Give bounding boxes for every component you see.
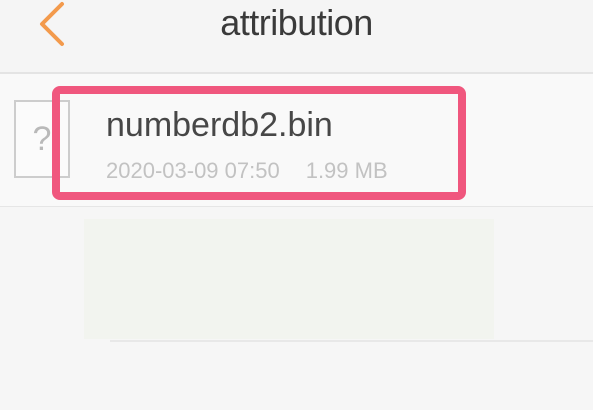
- file-date: 2020-03-09 07:50: [106, 158, 280, 183]
- file-list-item[interactable]: ? numberdb2.bin 2020-03-09 07:50 1.99 MB: [0, 74, 593, 207]
- empty-panel: [84, 219, 494, 339]
- unknown-file-icon: ?: [14, 100, 70, 178]
- file-browser-screen: attribution ? numberdb2.bin 2020-03-09 0…: [0, 0, 593, 410]
- navigation-bar: attribution: [0, 0, 593, 74]
- page-title: attribution: [220, 2, 373, 43]
- divider: [110, 340, 593, 342]
- file-meta: 2020-03-09 07:50 1.99 MB: [106, 158, 388, 184]
- empty-list-area: [0, 207, 593, 410]
- file-name: numberdb2.bin: [106, 106, 333, 144]
- file-size: 1.99 MB: [305, 158, 388, 183]
